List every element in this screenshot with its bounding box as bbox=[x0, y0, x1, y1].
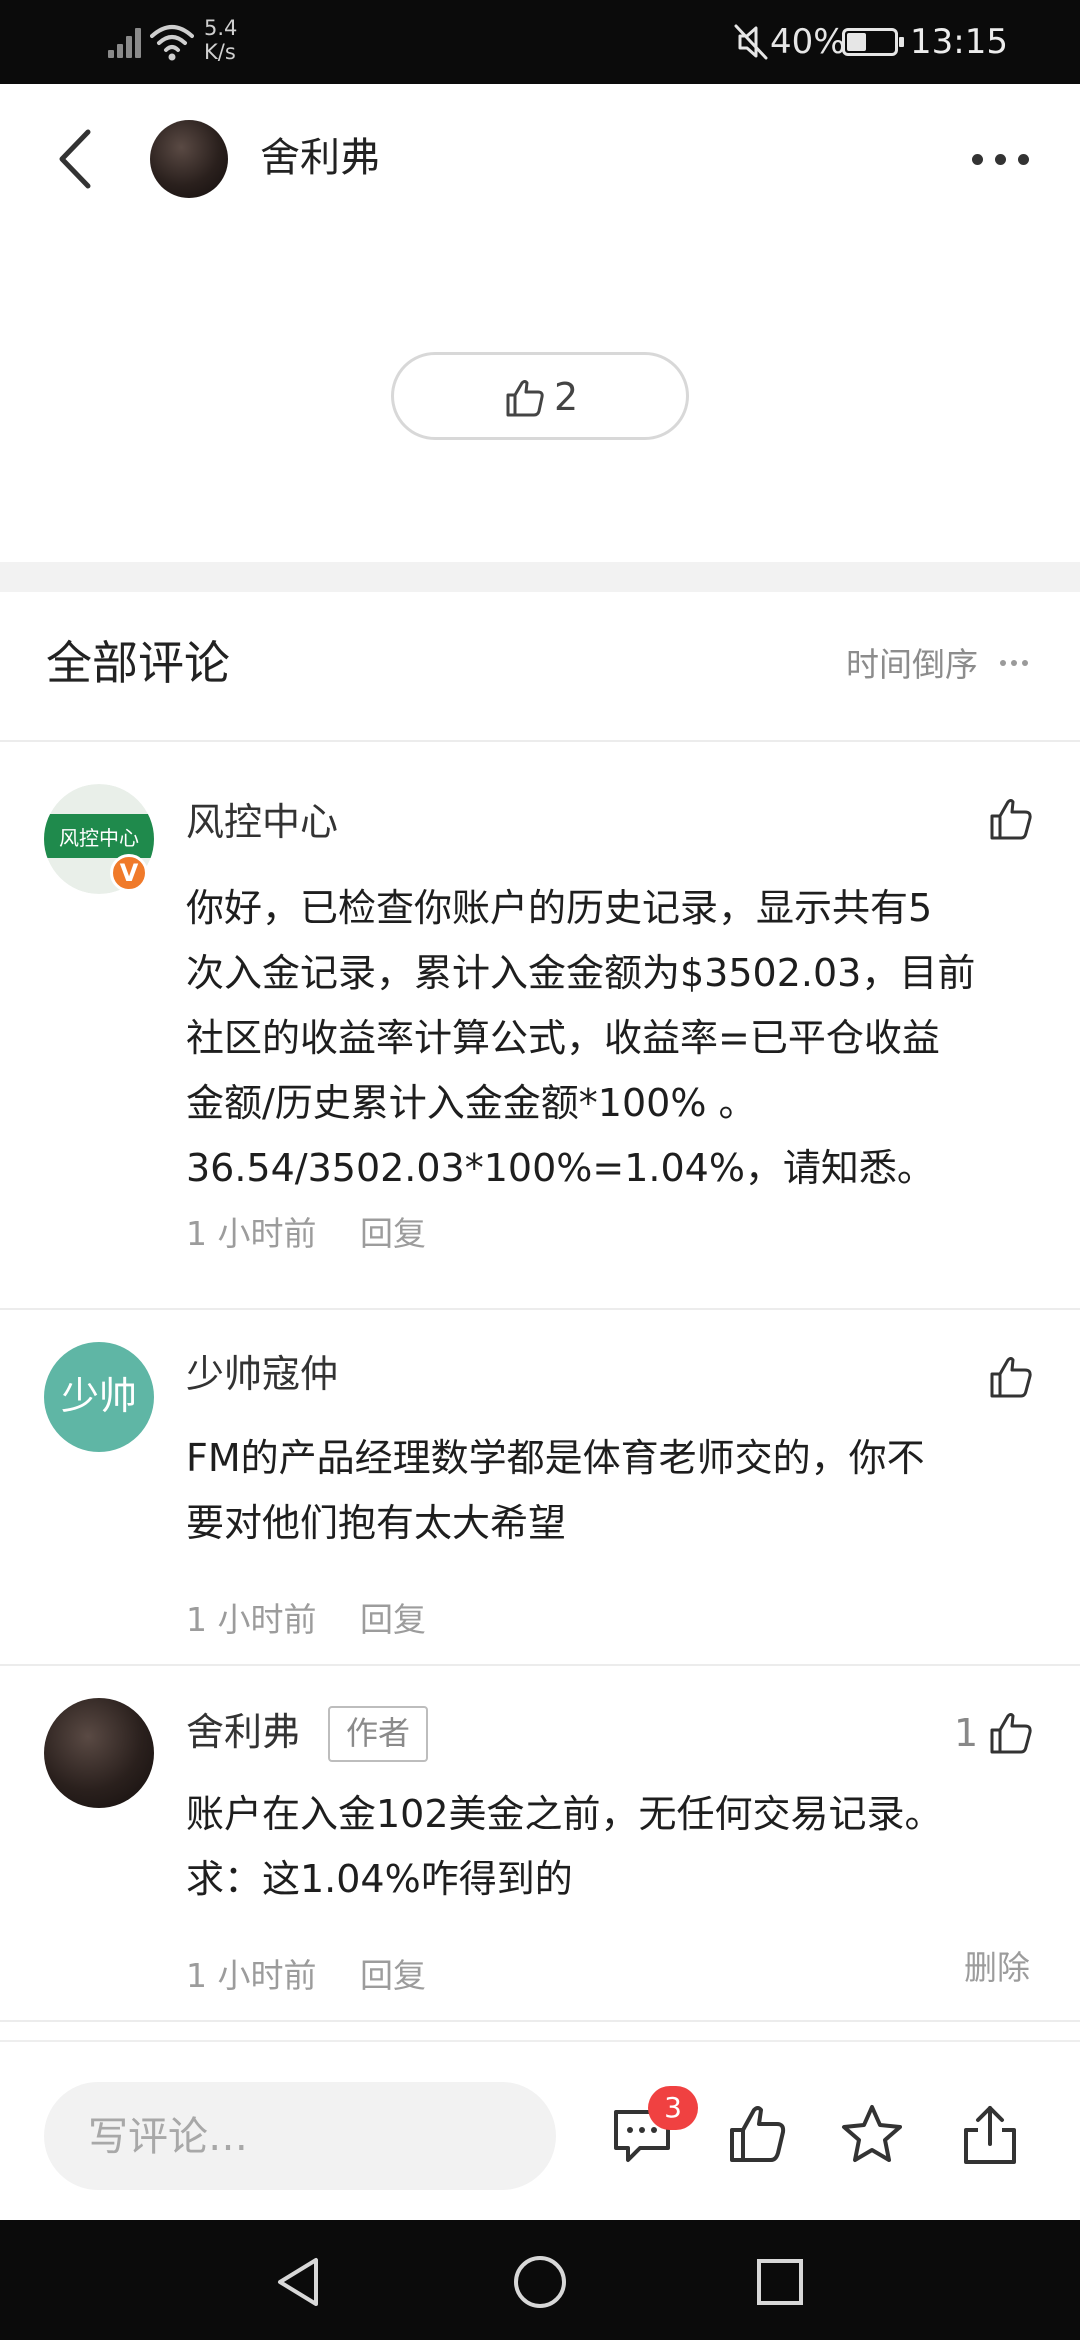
reply-button[interactable]: 回复 bbox=[360, 1212, 426, 1256]
battery-percent: 40% bbox=[770, 22, 846, 62]
thumb-up-icon bbox=[506, 380, 544, 417]
commenter-name[interactable]: 风控中心 bbox=[186, 796, 338, 848]
share-icon[interactable] bbox=[958, 2102, 1022, 2166]
comment-text: 你好，已检查你账户的历史记录，显示共有5 次入金记录，累计入金金额为$3502.… bbox=[186, 886, 976, 1190]
nav-home-icon[interactable] bbox=[510, 2252, 570, 2312]
comments-title: 全部评论 bbox=[46, 636, 230, 690]
comment-like-icon[interactable] bbox=[988, 1710, 1034, 1756]
comment-text: 账户在入金102美金之前，无任何交易记录。 求：这1.04%咋得到的 bbox=[186, 1792, 943, 1901]
comment-like-icon[interactable] bbox=[988, 1354, 1034, 1400]
avatar-text: 少帅 bbox=[60, 1374, 137, 1418]
comment-input-placeholder: 写评论… bbox=[88, 2114, 248, 2160]
back-icon[interactable] bbox=[50, 124, 110, 194]
comment-input[interactable]: 写评论… bbox=[44, 2082, 556, 2190]
author-tag: 作者 bbox=[328, 1706, 428, 1762]
comment-time: 1 小时前 bbox=[186, 1956, 317, 1995]
post-like-count: 2 bbox=[554, 375, 579, 419]
sort-order-button[interactable]: 时间倒序 bbox=[846, 642, 978, 688]
comment-count-badge: 3 bbox=[648, 2086, 698, 2130]
signal-icon bbox=[108, 26, 144, 58]
comment-time: 1 小时前 bbox=[186, 1600, 317, 1639]
bottom-action-bar: 写评论… 3 bbox=[0, 2040, 1080, 2220]
reply-button[interactable]: 回复 bbox=[360, 1954, 426, 1998]
commenter-avatar[interactable]: 少帅 bbox=[44, 1342, 154, 1452]
delete-button[interactable]: 删除 bbox=[964, 1946, 1030, 1990]
divider bbox=[0, 2020, 1080, 2022]
comment-like-icon[interactable] bbox=[988, 796, 1034, 842]
section-divider bbox=[0, 562, 1080, 592]
network-speed: 5.4 K/s bbox=[204, 16, 238, 64]
sort-more-icon[interactable] bbox=[1000, 660, 1030, 670]
divider bbox=[0, 1308, 1080, 1310]
mute-icon bbox=[734, 24, 768, 60]
verified-badge: V bbox=[110, 854, 148, 892]
like-icon[interactable] bbox=[726, 2102, 790, 2166]
commenter-name[interactable]: 少帅寇仲 bbox=[186, 1348, 338, 1400]
commenter-avatar[interactable] bbox=[44, 1698, 154, 1808]
author-name[interactable]: 舍利弗 bbox=[260, 130, 380, 186]
author-avatar[interactable] bbox=[150, 120, 228, 198]
post-like-button[interactable]: 2 bbox=[391, 352, 689, 440]
star-icon[interactable] bbox=[840, 2102, 904, 2166]
comment-text: FM的产品经理数学都是体育老师交的，你不 要对他们抱有太大希望 bbox=[186, 1436, 925, 1545]
commenter-name[interactable]: 舍利弗 bbox=[186, 1706, 300, 1758]
nav-recents-icon[interactable] bbox=[750, 2252, 810, 2312]
status-time: 13:15 bbox=[910, 22, 1008, 62]
battery-icon bbox=[842, 28, 904, 56]
divider bbox=[0, 740, 1080, 742]
post-header: 舍利弗 bbox=[0, 84, 1080, 232]
divider bbox=[0, 1664, 1080, 1666]
wifi-icon bbox=[150, 25, 194, 61]
nav-back-icon[interactable] bbox=[270, 2252, 330, 2312]
status-bar: 5.4 K/s 40% 13:15 bbox=[0, 0, 1080, 84]
system-nav-bar bbox=[0, 2220, 1080, 2340]
comment-time: 1 小时前 bbox=[186, 1214, 317, 1253]
reply-button[interactable]: 回复 bbox=[360, 1598, 426, 1642]
avatar-text: 风控中心 bbox=[59, 826, 139, 850]
comment-like-count: 1 bbox=[954, 1711, 979, 1755]
more-icon[interactable] bbox=[966, 144, 1036, 174]
